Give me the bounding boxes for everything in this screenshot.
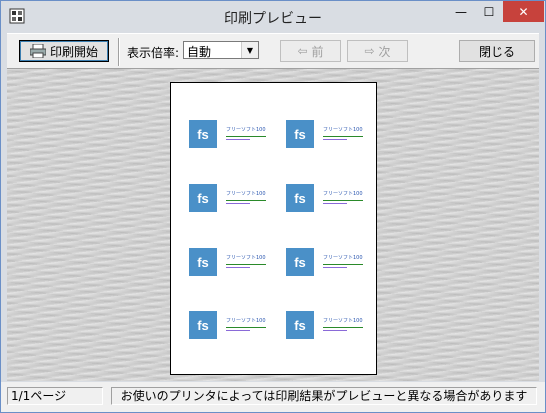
close-icon: ✕ [518,4,529,19]
preview-page: fs フリーソフト100 fs フリーソフト100 fs フリーソフト100 fs フリーソフ… [170,82,377,375]
previous-page-button[interactable]: ⇦ 前 [280,40,341,62]
fs-logo-icon: fs [286,120,314,148]
label-item: fs フリーソフト100 [286,311,376,351]
status-message: お使いのプリンタによっては印刷結果がプレビューと異なる場合があります [111,387,537,405]
label-line [323,139,347,140]
next-page-button[interactable]: ⇨ 次 [347,40,408,62]
fs-logo-icon: fs [189,184,217,212]
label-line [226,136,266,137]
status-bar: 1/1ページ お使いのプリンタによっては印刷結果がプレビューと異なる場合がありま… [1,382,545,412]
fs-logo-icon: fs [189,248,217,276]
label-item: fs フリーソフト100 [189,120,279,160]
arrow-right-icon: ⇨ [364,44,375,58]
status-page-indicator: 1/1ページ [7,387,103,405]
chevron-down-icon[interactable]: ▼ [241,42,258,58]
maximize-icon: ☐ [483,4,495,19]
minimize-button[interactable]: — [447,1,475,22]
label-line [323,264,363,265]
label-text: フリーソフト100 [226,255,266,261]
label-text: フリーソフト100 [323,318,363,324]
label-item: fs フリーソフト100 [286,120,376,160]
printer-icon [29,44,46,58]
label-line [226,267,250,268]
label-item: fs フリーソフト100 [286,184,376,224]
next-page-label: 次 [378,44,391,59]
label-line [323,327,363,328]
label-item: fs フリーソフト100 [189,311,279,351]
label-line [226,139,250,140]
label-line [226,203,250,204]
label-text: フリーソフト100 [323,127,363,133]
title-bar[interactable]: 印刷プレビュー — ☐ ✕ [1,1,545,33]
label-text: フリーソフト100 [226,127,266,133]
print-start-button[interactable]: 印刷開始 [19,40,109,62]
label-text: フリーソフト100 [323,191,363,197]
close-window-button[interactable]: ✕ [503,1,544,22]
label-item: fs フリーソフト100 [286,248,376,288]
fs-logo-icon: fs [286,311,314,339]
fs-logo-icon: fs [286,184,314,212]
close-label: 閉じる [478,44,515,59]
label-text: フリーソフト100 [323,255,363,261]
label-line [226,327,266,328]
maximize-button[interactable]: ☐ [475,1,503,22]
close-button[interactable]: 閉じる [459,40,535,62]
toolbar-separator [118,38,120,66]
label-text: フリーソフト100 [226,191,266,197]
label-line [323,203,347,204]
zoom-select[interactable]: 自動 ▼ [183,41,259,59]
preview-area[interactable]: fs フリーソフト100 fs フリーソフト100 fs フリーソフト100 fs フリーソフ… [7,69,539,381]
label-line [226,330,250,331]
print-preview-window: 印刷プレビュー — ☐ ✕ 印刷開始 表示倍率: 自動 ▼ ⇦ 前 ⇨ 次 閉じ… [0,0,546,413]
fs-logo-icon: fs [286,248,314,276]
fs-logo-icon: fs [189,311,217,339]
previous-page-label: 前 [311,44,324,59]
label-line [323,136,363,137]
zoom-value: 自動 [187,45,212,59]
label-line [226,200,266,201]
label-line [323,200,363,201]
label-item: fs フリーソフト100 [189,184,279,224]
zoom-label: 表示倍率: [127,46,180,60]
label-line [323,267,347,268]
print-start-label: 印刷開始 [49,44,98,59]
minimize-icon: — [455,4,467,19]
arrow-left-icon: ⇦ [297,44,308,58]
label-text: フリーソフト100 [226,318,266,324]
fs-logo-icon: fs [189,120,217,148]
label-item: fs フリーソフト100 [189,248,279,288]
label-line [323,330,347,331]
label-line [226,264,266,265]
toolbar: 印刷開始 表示倍率: 自動 ▼ ⇦ 前 ⇨ 次 閉じる [7,33,539,69]
